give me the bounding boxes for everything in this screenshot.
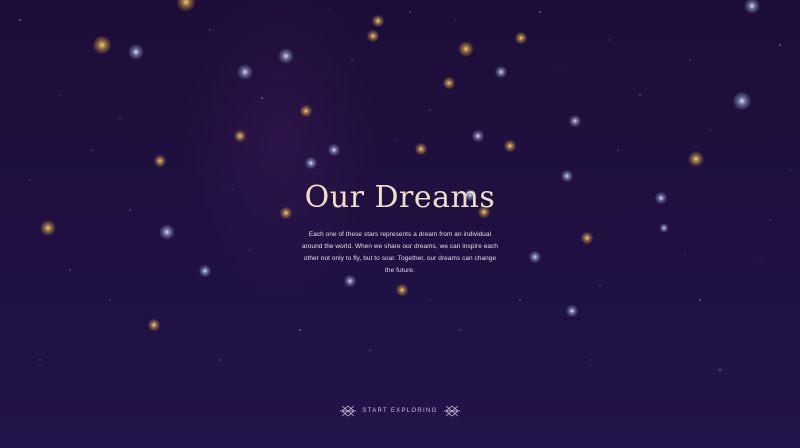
sparkle-icon xyxy=(779,44,781,46)
sparkle-icon xyxy=(119,117,121,119)
sparkle-icon xyxy=(639,94,641,96)
blue-star-icon xyxy=(565,304,579,318)
ornament-right-icon xyxy=(443,405,460,417)
hero-description: Each one of these stars represents a dre… xyxy=(302,231,498,274)
gold-star-icon xyxy=(92,35,112,55)
sparkle-icon xyxy=(369,349,371,351)
sparkle-icon xyxy=(699,299,701,301)
gold-star-icon xyxy=(299,104,313,118)
blue-star-icon xyxy=(471,129,485,143)
start-exploring-button[interactable]: START EXPLORING xyxy=(0,405,800,417)
hero-section: Our Dreams Each one of these stars repre… xyxy=(0,180,800,277)
sparkle-icon xyxy=(459,329,461,331)
sparkle-icon xyxy=(429,109,431,111)
gold-star-icon xyxy=(153,154,167,168)
sparkle-icon xyxy=(219,359,221,361)
gold-star-icon xyxy=(442,76,456,90)
page-title: Our Dreams xyxy=(304,180,496,215)
gold-star-icon xyxy=(458,41,474,57)
sparkle-icon xyxy=(19,19,21,21)
sparkle-icon xyxy=(617,149,619,151)
sparkle-icon xyxy=(639,329,641,331)
sparkle-icon xyxy=(599,284,601,286)
start-exploring-label: START EXPLORING xyxy=(362,408,438,414)
sparkle-icon xyxy=(429,299,431,301)
blue-star-icon xyxy=(237,64,253,80)
sparkle-icon xyxy=(59,94,61,96)
ornament-left-icon xyxy=(340,405,357,417)
sparkle-icon xyxy=(559,69,561,71)
gold-star-icon xyxy=(366,29,380,43)
sparkle-icon xyxy=(109,299,111,301)
gold-star-icon xyxy=(176,0,196,12)
blue-star-icon xyxy=(732,91,752,111)
blue-star-icon xyxy=(278,48,294,64)
sparkle-icon xyxy=(299,329,301,331)
sparkle-icon xyxy=(789,169,791,171)
gold-star-icon xyxy=(688,151,704,167)
gold-star-icon xyxy=(503,139,517,153)
gold-star-icon xyxy=(147,318,161,332)
blue-star-icon xyxy=(304,156,318,170)
sparkle-icon xyxy=(539,11,541,13)
blue-star-icon xyxy=(327,143,341,157)
sparkle-icon xyxy=(609,39,611,41)
blue-star-icon xyxy=(128,44,144,60)
blue-star-icon xyxy=(494,65,508,79)
sparkle-icon xyxy=(454,19,456,21)
sparkle-icon xyxy=(689,59,691,61)
sparkle-icon xyxy=(351,59,353,61)
blue-star-icon xyxy=(568,114,582,128)
sparkle-icon xyxy=(394,139,396,141)
sparkle-icon xyxy=(589,359,591,361)
gold-star-icon xyxy=(514,31,528,45)
blue-star-icon xyxy=(744,0,760,14)
gold-star-icon xyxy=(414,142,428,156)
sparkle-icon xyxy=(709,129,711,131)
gold-star-icon xyxy=(233,129,247,143)
sparkle-icon xyxy=(409,11,411,13)
gold-star-icon xyxy=(371,14,385,28)
sparkle-icon xyxy=(261,97,263,99)
gold-star-icon xyxy=(395,283,409,297)
sparkle-icon xyxy=(329,9,331,11)
sparkle-icon xyxy=(519,299,521,301)
sparkle-icon xyxy=(719,369,721,371)
sparkle-icon xyxy=(39,359,41,361)
sparkle-icon xyxy=(209,29,211,31)
sparkle-icon xyxy=(91,149,93,151)
